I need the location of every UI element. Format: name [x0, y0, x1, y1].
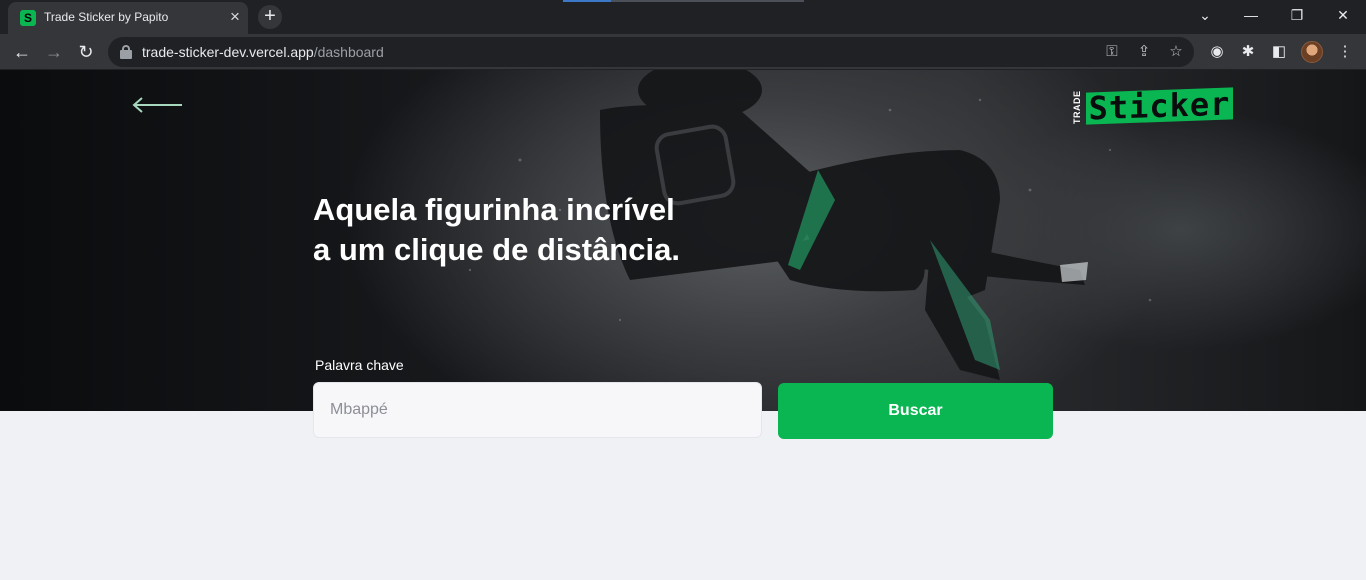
extensions-puzzle-icon[interactable]: ✱	[1237, 41, 1259, 63]
logo-trade-text: TRADE	[1072, 90, 1082, 125]
url-path: /dashboard	[313, 44, 384, 60]
loading-indicator	[563, 0, 804, 2]
side-panel-icon[interactable]: ◧	[1268, 41, 1290, 63]
profile-avatar[interactable]	[1301, 41, 1323, 63]
extension-circle-icon[interactable]: ◉	[1206, 41, 1228, 63]
forward-button[interactable]: →	[40, 38, 68, 66]
search-button[interactable]: Buscar	[778, 383, 1053, 439]
restore-button[interactable]: ❐	[1274, 0, 1320, 32]
url-text[interactable]: trade-sticker-dev.vercel.app/dashboard	[142, 44, 384, 60]
tab-close-icon[interactable]: ×	[226, 8, 244, 26]
close-window-button[interactable]: ✕	[1320, 0, 1366, 32]
address-bar[interactable]: trade-sticker-dev.vercel.app/dashboard ⚿…	[108, 37, 1194, 67]
keyword-search-input[interactable]	[313, 382, 762, 438]
logo-sticker-text: Sticker	[1086, 85, 1233, 127]
menu-kebab-icon[interactable]: ⋮	[1334, 41, 1356, 63]
url-host: trade-sticker-dev.vercel.app	[142, 44, 314, 60]
browser-tab[interactable]: S Trade Sticker by Papito ×	[8, 2, 248, 34]
browser-tabstrip: S Trade Sticker by Papito × + ⌄ — ❐ ✕	[0, 0, 1366, 34]
tab-search-icon[interactable]: ⌄	[1182, 0, 1228, 32]
tab-favicon-icon: S	[20, 10, 36, 26]
password-key-icon[interactable]: ⚿	[1102, 42, 1122, 62]
share-icon[interactable]: ⇪	[1134, 42, 1154, 62]
bookmark-star-icon[interactable]: ☆	[1166, 42, 1186, 62]
reload-button[interactable]: ↻	[72, 38, 100, 66]
back-arrow-icon[interactable]	[130, 94, 186, 116]
lock-icon[interactable]	[120, 45, 132, 59]
new-tab-button[interactable]: +	[258, 5, 282, 29]
browser-toolbar: ← → ↻ trade-sticker-dev.vercel.app/dashb…	[0, 34, 1366, 70]
hero-banner: TRADE Sticker Aquela figurinha incrível …	[0, 70, 1366, 411]
tab-title: Trade Sticker by Papito	[44, 10, 169, 24]
keyword-label: Palavra chave	[315, 357, 404, 373]
hero-headline: Aquela figurinha incrível a um clique de…	[313, 192, 680, 267]
trade-sticker-logo: TRADE Sticker	[1072, 85, 1234, 127]
minimize-button[interactable]: —	[1228, 0, 1274, 32]
back-button[interactable]: ←	[8, 38, 36, 66]
